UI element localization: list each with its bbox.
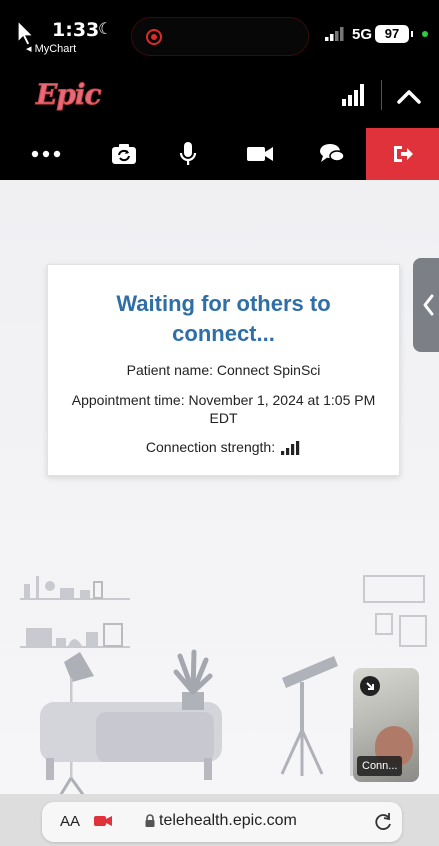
epic-logo: Epic	[36, 78, 103, 112]
url-text: telehealth.epic.com	[159, 812, 297, 829]
lock-icon	[145, 814, 155, 827]
video-camera-icon	[247, 147, 273, 161]
signal-strength-icon	[281, 441, 300, 455]
camera-in-use-indicator	[422, 31, 428, 37]
battery-tip	[411, 31, 413, 37]
self-view-video[interactable]: Conn...	[353, 668, 419, 782]
side-panel-toggle[interactable]	[413, 258, 439, 352]
connection-strength: Connection strength:	[48, 439, 399, 455]
chevron-up-icon[interactable]	[392, 80, 426, 112]
waiting-title: Waiting for others to connect...	[116, 291, 331, 346]
leave-icon	[393, 146, 413, 162]
more-icon	[31, 150, 61, 158]
telehealth-screen: 1:33 ☾ ◂ MyChart 5G 97 Epic Waiting for …	[0, 0, 439, 846]
telescope	[280, 656, 338, 776]
switch-camera-button[interactable]	[94, 128, 154, 180]
video-toggle-button[interactable]	[230, 128, 290, 180]
waiting-card: Waiting for others to connect... Patient…	[47, 264, 400, 476]
potted-plant	[173, 649, 213, 710]
reload-icon[interactable]	[374, 812, 394, 832]
self-view-label: Conn...	[357, 756, 403, 776]
shelf-decor	[20, 576, 130, 648]
moon-icon: ☾	[98, 21, 113, 38]
network-type: 5G	[352, 26, 373, 43]
back-app-label: MyChart	[34, 43, 77, 55]
clock-time: 1:33	[52, 19, 100, 41]
wall-frames	[363, 575, 427, 647]
connection-strength-label: Connection strength:	[145, 439, 276, 455]
battery-level: 97	[375, 25, 409, 43]
camera-active-icon	[94, 816, 112, 826]
reader-options-button[interactable]: AA	[60, 813, 80, 830]
signal-bars-icon	[342, 84, 364, 106]
browser-bottom-bar: AA telehealth.epic.com	[0, 794, 439, 846]
cellular-signal-icon	[325, 27, 344, 41]
chat-button[interactable]	[302, 128, 362, 180]
mute-microphone-button[interactable]	[158, 128, 218, 180]
app-header: Epic	[0, 66, 439, 128]
status-bar: 1:33 ☾ ◂ MyChart 5G 97	[0, 0, 439, 66]
switch-camera-icon	[112, 144, 136, 164]
chat-icon	[320, 144, 345, 162]
call-toolbar	[0, 128, 439, 180]
arrow-diagonal-icon	[366, 682, 374, 690]
patient-name: Patient name: Connect SpinSci	[126, 362, 321, 378]
sofa	[40, 702, 222, 780]
chevron-left-icon	[423, 294, 434, 316]
minimize-self-view-button[interactable]	[360, 676, 380, 696]
address-bar[interactable]: AA telehealth.epic.com	[42, 802, 402, 842]
video-stage: Waiting for others to connect... Patient…	[0, 180, 439, 797]
header-divider	[381, 80, 382, 110]
dynamic-island[interactable]	[131, 17, 309, 56]
back-to-app-link[interactable]: ◂ MyChart	[26, 42, 76, 55]
recording-icon	[146, 29, 162, 45]
microphone-icon	[179, 142, 197, 165]
more-options-button[interactable]	[16, 128, 76, 180]
leave-call-button[interactable]	[366, 128, 439, 180]
appointment-time: Appointment time: November 1, 2024 at 1:…	[71, 392, 376, 426]
